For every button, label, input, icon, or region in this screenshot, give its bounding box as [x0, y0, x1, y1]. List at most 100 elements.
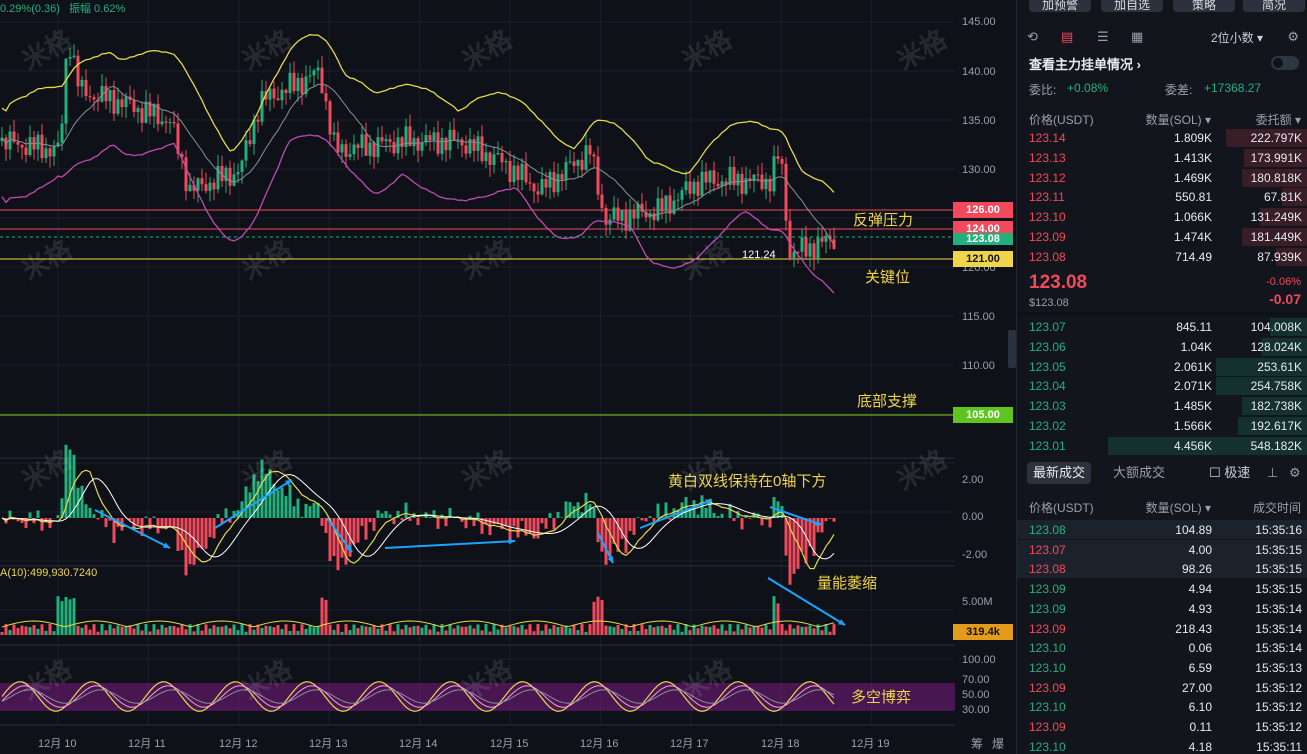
ask-row[interactable]: 123.11 550.81 67.81K: [1017, 187, 1307, 207]
bid-row[interactable]: 123.03 1.485K 182.738K: [1017, 396, 1307, 416]
volume-bar: [404, 624, 408, 635]
candle-body: [472, 139, 476, 151]
depth-title[interactable]: 查看主力挂单情况 ›: [1029, 54, 1141, 73]
macd-bar: [204, 518, 208, 549]
candle-body: [572, 161, 576, 166]
candle-body: [232, 174, 236, 186]
trade-header-time: 成交时间: [1252, 501, 1301, 515]
candle-body: [392, 141, 396, 154]
candle-body: [548, 171, 552, 188]
trade-header-qty[interactable]: 数量(SOL) ▾: [1146, 499, 1211, 516]
ask-row[interactable]: 123.09 1.474K 181.449K: [1017, 227, 1307, 246]
depth-toggle[interactable]: [1271, 56, 1299, 70]
volume-bar: [768, 629, 772, 635]
candle-body: [24, 147, 28, 155]
bid-row[interactable]: 123.02 1.566K 192.617K: [1017, 416, 1307, 435]
macd-bar: [388, 514, 392, 518]
volume-bar: [416, 625, 420, 635]
ob-header-qty[interactable]: 数量(SOL) ▾: [1146, 111, 1211, 128]
volume-bar: [528, 624, 532, 635]
collapse-handle[interactable]: [1008, 330, 1016, 368]
volume-bar: [280, 629, 284, 635]
volume-bar: [252, 629, 256, 635]
y-tick: 115.00: [962, 311, 995, 323]
trade-quantity: 6.10: [1188, 700, 1212, 715]
bid-price: 123.01: [1029, 438, 1066, 453]
candle-body: [44, 148, 48, 159]
strategy-button[interactable]: 策略: [1173, 0, 1235, 12]
ask-row[interactable]: 123.14 1.809K 222.797K: [1017, 128, 1307, 147]
chart-canvas[interactable]: [0, 0, 1013, 754]
bid-row[interactable]: 123.05 2.061K 253.61K: [1017, 357, 1307, 376]
tab-latest-trades[interactable]: 最新成交: [1027, 462, 1092, 484]
macd-bar: [644, 518, 648, 522]
list-icon[interactable]: ☰: [1097, 29, 1109, 45]
trade-row: 123.10 4.18 15:35:11: [1017, 737, 1307, 754]
bid-row[interactable]: 123.07 845.11 104.008K: [1017, 317, 1307, 336]
candle-body: [704, 171, 708, 183]
volume-bar: [508, 625, 512, 635]
speed-checkbox[interactable]: ☐ 极速: [1203, 462, 1256, 484]
bid-row[interactable]: 123.01 4.456K 548.182K: [1017, 436, 1307, 455]
overview-button[interactable]: 简况: [1243, 0, 1305, 12]
candle-body: [596, 156, 600, 195]
trade-settings-icon[interactable]: ⚙: [1283, 462, 1307, 484]
bid-row[interactable]: 123.04 2.071K 254.758K: [1017, 376, 1307, 396]
x-tick: 12月 15: [490, 738, 529, 750]
ask-row[interactable]: 123.12 1.469K 180.818K: [1017, 168, 1307, 187]
burst-button[interactable]: 爆: [992, 735, 1004, 752]
bid-quantity: 4.456K: [1173, 438, 1212, 453]
volume-bar: [756, 625, 760, 635]
trade-time: 15:35:12: [1255, 700, 1302, 715]
candle-body: [276, 98, 280, 101]
candle-body: [228, 167, 232, 186]
volume-bar: [772, 596, 776, 635]
candle-body: [564, 162, 568, 180]
undo-icon[interactable]: ⟲: [1027, 29, 1038, 45]
candle-body: [536, 191, 540, 195]
settings-icon[interactable]: ⚙: [1287, 29, 1299, 45]
grid-icon[interactable]: ▦: [1131, 29, 1143, 45]
ask-row[interactable]: 123.08 714.49 87.939K: [1017, 247, 1307, 266]
volume-bar: [160, 624, 164, 635]
volume-bar: [344, 624, 348, 635]
ask-quantity: 1.469K: [1173, 170, 1212, 185]
candle-body: [436, 132, 440, 154]
x-tick: 12月 17: [670, 738, 709, 750]
candle-body: [332, 132, 336, 135]
alert-button[interactable]: 加预警: [1029, 0, 1091, 12]
volume-bar: [628, 630, 632, 635]
volume-bar: [276, 625, 280, 635]
chips-button[interactable]: 筹: [971, 735, 983, 752]
volume-bar: [304, 628, 308, 635]
layout-icon[interactable]: ▤: [1061, 29, 1073, 45]
candle-body: [28, 137, 32, 155]
candle-body: [616, 207, 620, 221]
bid-row[interactable]: 123.06 1.04K 128.024K: [1017, 337, 1307, 356]
volume-bar: [120, 626, 124, 635]
macd-bar: [480, 518, 484, 534]
candle-body: [420, 142, 424, 151]
candle-body: [288, 72, 292, 93]
kline-chart[interactable]: 0.29%(0.36) 振幅 0.62% 145.00 140.00 135.0…: [0, 0, 1016, 754]
macd-bar: [180, 518, 184, 551]
candle-body: [680, 190, 684, 200]
candle-body: [528, 182, 532, 184]
ask-row[interactable]: 123.13 1.413K 173.991K: [1017, 148, 1307, 167]
bid-quantity: 1.04K: [1180, 339, 1212, 354]
filter-icon[interactable]: ⊥: [1261, 462, 1284, 484]
ob-header-amount[interactable]: 委托额 ▾: [1256, 111, 1301, 128]
tab-large-trades[interactable]: 大额成交: [1107, 462, 1171, 484]
ask-row[interactable]: 123.10 1.066K 131.249K: [1017, 207, 1307, 227]
annotation-volume: 量能萎缩: [817, 575, 878, 592]
volume-bar: [184, 629, 188, 635]
volume-bar: [512, 626, 516, 635]
volume-bar: [368, 626, 372, 635]
decimal-select[interactable]: 2位小数 ▾: [1211, 29, 1263, 46]
volume-bar: [700, 625, 704, 635]
watchlist-button[interactable]: 加自选: [1101, 0, 1163, 12]
candle-body: [428, 135, 432, 141]
ask-amount: 180.818K: [1250, 170, 1302, 185]
macd-bar: [260, 459, 264, 518]
volume-bar: [688, 630, 692, 635]
